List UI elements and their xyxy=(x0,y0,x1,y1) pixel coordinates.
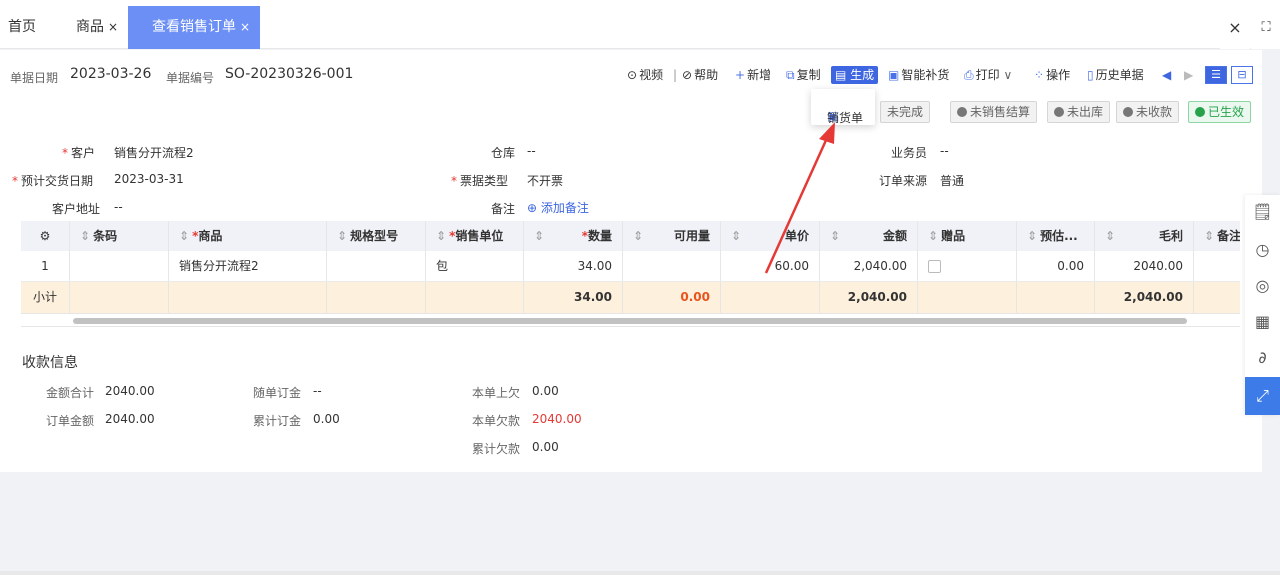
arrow-shaft xyxy=(764,137,829,274)
arrow-head xyxy=(819,122,835,144)
bottom-border xyxy=(0,571,1280,575)
annotation-arrow xyxy=(764,122,835,274)
